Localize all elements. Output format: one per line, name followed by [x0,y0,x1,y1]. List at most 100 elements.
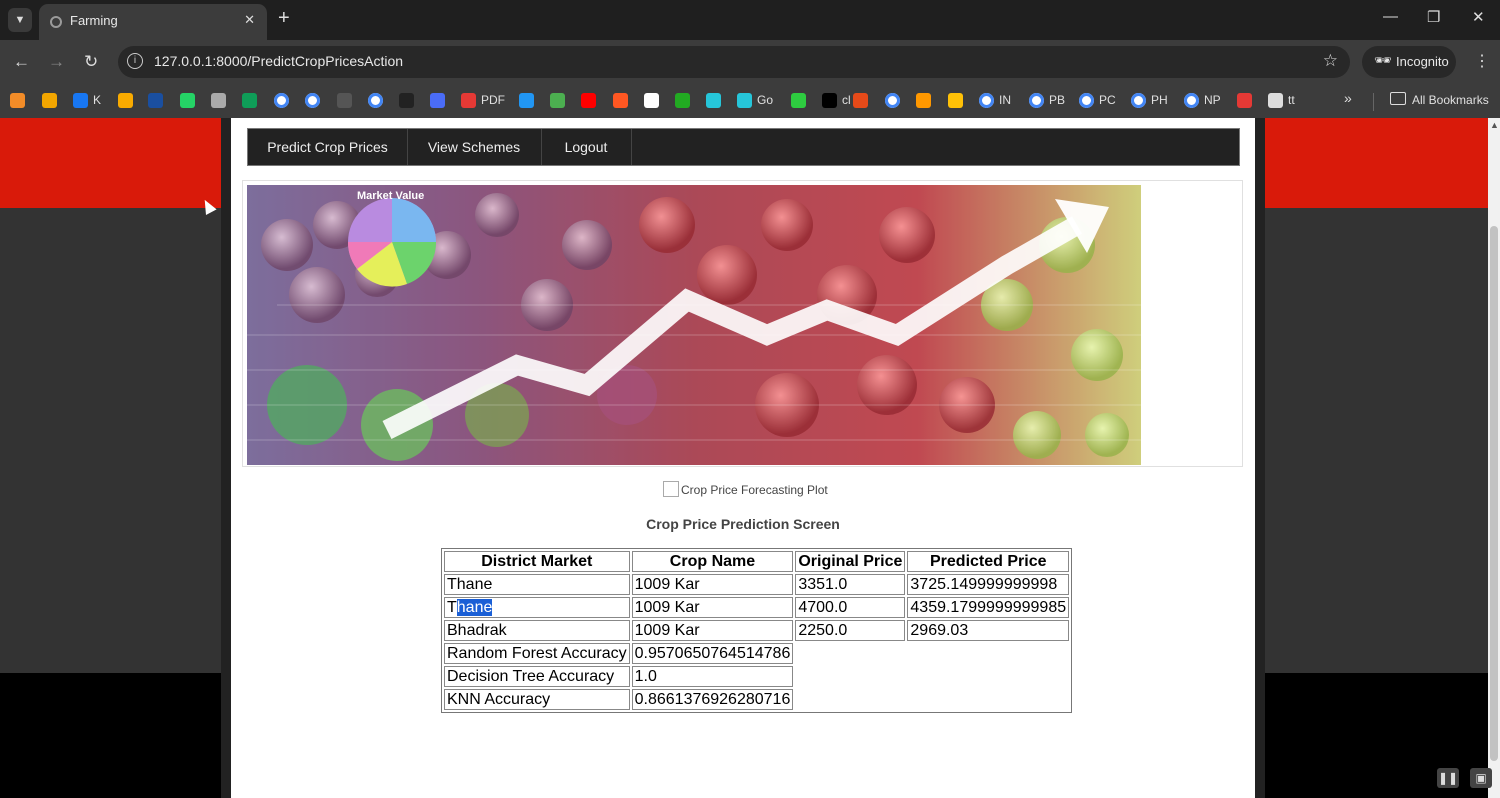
browser-menu-icon[interactable]: ⋮ [1474,51,1490,71]
table-row: Thane 1009 Kar 3351.0 3725.149999999998 [444,574,1070,595]
bookmark-favicon-icon [399,92,414,108]
reload-icon[interactable]: ↻ [84,52,98,72]
page-container: Predict Crop Prices View Schemes Logout [221,118,1265,798]
bookmark-item[interactable]: Go [737,91,773,109]
restore-icon[interactable]: ❐ [1427,8,1440,26]
bookmark-item[interactable] [675,91,690,109]
bookmark-item[interactable] [853,91,868,109]
bookmark-item[interactable]: K [73,91,101,109]
bookmark-item[interactable] [180,91,195,109]
menu-logout[interactable]: Logout [541,129,632,165]
address-bar-row: ← → ↻ i 127.0.0.1:8000/PredictCropPrices… [0,40,1500,84]
district-cell-selected: Thane [444,597,630,618]
site-info-icon[interactable]: i [127,53,143,69]
bookmark-favicon-icon [368,92,383,108]
bookmark-label: cl [842,93,851,107]
bookmark-item[interactable]: NP [1184,91,1221,109]
bookmark-favicon-icon [1237,92,1252,108]
bookmark-item[interactable] [791,91,806,109]
pie-chart-graphic [347,198,437,287]
bookmark-item[interactable]: PH [1131,91,1168,109]
bookmark-favicon-icon [948,92,963,108]
predicted-price-cell: 2969.03 [907,620,1070,641]
bookmark-item[interactable] [368,91,383,109]
bookmark-favicon-icon [550,92,565,108]
incognito-badge[interactable]: 🕶 Incognito [1362,46,1456,78]
bookmark-item[interactable]: PDF [461,91,505,109]
bookmark-item[interactable] [519,91,534,109]
bookmark-label: K [93,93,102,107]
bookmark-item[interactable] [581,91,596,109]
bookmark-item[interactable] [1237,91,1252,109]
bookmark-favicon-icon [613,92,628,108]
bookmark-favicon-icon [916,92,931,108]
more-bookmarks-icon[interactable]: » [1344,90,1352,106]
bookmark-favicon-icon [853,92,868,108]
bookmark-item[interactable] [42,91,57,109]
browser-tab[interactable]: Farming ✕ [39,4,267,40]
menu-predict-crop-prices[interactable]: Predict Crop Prices [248,129,408,165]
bookmark-favicon-icon [706,92,721,108]
omnibox[interactable]: i 127.0.0.1:8000/PredictCropPricesAction… [118,46,1350,78]
back-icon[interactable]: ← [13,52,30,72]
bookmark-item[interactable] [274,91,289,109]
url-text[interactable]: 127.0.0.1:8000/PredictCropPricesAction [154,53,403,69]
tab-favicon-icon [50,16,62,28]
predicted-price-cell: 4359.1799999999985 [907,597,1070,618]
bookmark-item[interactable]: cl [822,91,851,109]
bookmark-item[interactable] [148,91,163,109]
bookmark-favicon-icon [979,92,994,108]
tab-search-icon[interactable]: ▼ [8,8,32,32]
bookmark-item[interactable] [430,91,445,109]
bookmark-item[interactable] [399,91,414,109]
district-cell: Thane [444,574,630,595]
bookmark-item[interactable] [644,91,659,109]
selected-text: Thane [447,598,493,616]
bookmark-item[interactable] [118,91,133,109]
table-row: Thane 1009 Kar 4700.0 4359.1799999999985 [444,597,1070,618]
menu-view-schemes[interactable]: View Schemes [407,129,542,165]
bookmark-item[interactable]: PC [1079,91,1116,109]
bookmark-item[interactable] [916,91,931,109]
bookmark-item[interactable] [613,91,628,109]
close-tab-icon[interactable]: ✕ [244,12,255,28]
page-scrollbar[interactable]: ▲ [1488,118,1500,798]
minimize-icon[interactable]: — [1383,8,1398,25]
bookmark-item[interactable] [211,91,226,109]
bookmark-item[interactable]: PB [1029,91,1065,109]
bookmark-favicon-icon [461,92,476,108]
bookmark-star-icon[interactable]: ☆ [1323,51,1338,71]
bookmark-item[interactable] [885,91,900,109]
all-bookmarks-button[interactable]: All Bookmarks [1390,92,1489,107]
picture-in-picture-icon[interactable]: ▣ [1470,768,1492,788]
bookmark-item[interactable] [706,91,721,109]
scrollbar-thumb[interactable] [1490,226,1498,761]
selected-text-plain: T [447,598,457,616]
bookmark-item[interactable] [948,91,963,109]
bookmark-favicon-icon [274,92,289,108]
all-bookmarks-label: All Bookmarks [1412,93,1489,107]
bookmark-favicon-icon [180,92,195,108]
scroll-up-icon[interactable]: ▲ [1490,120,1499,130]
main-menu: Predict Crop Prices View Schemes Logout [247,128,1240,166]
banner-frame: Market Value [242,180,1243,467]
empty-cell [795,689,1069,710]
bookmark-label: PB [1049,93,1066,107]
pause-icon[interactable]: ❚❚ [1437,768,1459,788]
bookmark-favicon-icon [305,92,320,108]
new-tab-icon[interactable]: + [278,7,290,30]
bookmark-label: PC [1099,93,1116,107]
column-header: District Market [444,551,630,572]
crop-cell: 1009 Kar [631,620,794,641]
bookmark-item[interactable] [305,91,320,109]
bookmark-item[interactable] [550,91,565,109]
bookmark-label: tt [1288,93,1295,107]
bookmark-favicon-icon [1268,92,1283,108]
forward-icon[interactable]: → [48,52,65,72]
bookmark-item[interactable]: tt [1268,91,1295,109]
bookmark-item[interactable] [10,91,25,109]
bookmark-item[interactable] [337,91,352,109]
bookmark-item[interactable] [242,91,257,109]
close-window-icon[interactable]: ✕ [1472,8,1485,26]
bookmark-item[interactable]: IN [979,91,1011,109]
